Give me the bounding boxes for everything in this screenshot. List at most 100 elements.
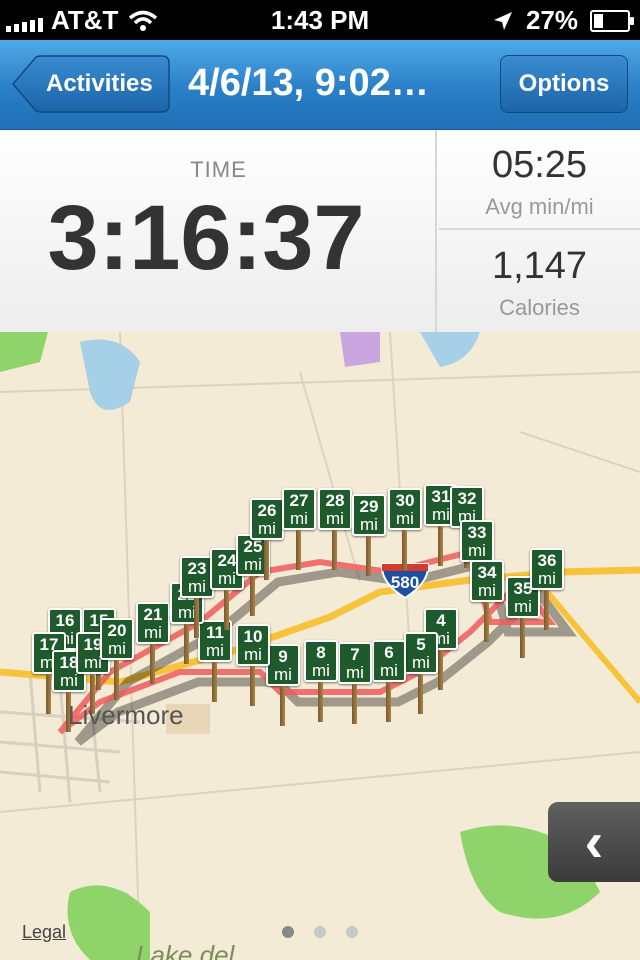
sign-post [250, 666, 255, 706]
sign-post [224, 590, 229, 630]
mile-unit: mi [380, 661, 398, 680]
battery-percent: 27% [525, 5, 578, 35]
chevron-left-icon: ‹ [584, 810, 604, 873]
mile-number: 26 [257, 501, 277, 520]
sign-post [438, 650, 443, 690]
mile-unit: mi [144, 623, 162, 642]
sign-post [520, 618, 525, 658]
sign-post [438, 526, 443, 566]
mile-unit: mi [432, 505, 450, 524]
mile-sign: 8 mi [304, 640, 338, 682]
mile-sign: 28 mi [318, 488, 352, 530]
calories-value: 1,147 [491, 245, 588, 287]
sign-post [352, 684, 357, 724]
sign-post [386, 682, 391, 722]
pace-label: Avg min/mi [485, 194, 594, 219]
mile-number: 28 [325, 491, 345, 510]
legal-link[interactable]: Legal [22, 922, 66, 943]
lake-shape [80, 339, 140, 410]
sign-post [544, 590, 549, 630]
mile-number: 30 [395, 491, 415, 510]
status-bar: AT&T 1:43 PM 27% [0, 0, 640, 40]
sign-post [280, 686, 285, 726]
mile-sign: 27 mi [282, 488, 316, 530]
mile-marker-27[interactable]: 27 mi [282, 488, 316, 570]
park-shape [0, 332, 48, 372]
stats-panel: TIME 3:16:37 05:25 Avg min/mi 1,147 Calo… [0, 130, 640, 332]
mile-marker-9[interactable]: 9 mi [266, 644, 300, 726]
mile-unit: mi [274, 665, 292, 684]
mile-sign: 5 mi [404, 632, 438, 674]
options-button[interactable]: Options [500, 55, 628, 113]
mile-sign: 34 mi [470, 560, 504, 602]
mile-sign: 26 mi [250, 498, 284, 540]
navigation-bar: Activities 4/6/13, 9:02… Options [0, 40, 640, 130]
mile-marker-26[interactable]: 26 mi [250, 498, 284, 580]
route-map[interactable]: 580 4mi5mi6mi7mi8mi9mi10mi11mi15mi16mi17… [0, 332, 640, 960]
mile-number: 33 [467, 523, 487, 542]
collapse-map-button[interactable]: ‹ [548, 802, 640, 882]
back-button[interactable]: Activities [12, 55, 170, 113]
mile-unit: mi [258, 519, 276, 538]
mile-marker-7[interactable]: 7 mi [338, 642, 372, 724]
sign-post [318, 682, 323, 722]
battery-icon [590, 9, 634, 32]
page-dot[interactable] [314, 926, 326, 938]
mile-marker-30[interactable]: 30 mi [388, 488, 422, 570]
sign-post [46, 674, 51, 714]
mile-marker-28[interactable]: 28 mi [318, 488, 352, 570]
sign-post [296, 530, 301, 570]
mile-number: 29 [359, 497, 379, 516]
mile-number: 34 [477, 563, 497, 582]
pace-value: 05:25 [491, 144, 588, 186]
mile-marker-21[interactable]: 21 mi [136, 602, 170, 684]
mile-sign: 7 mi [338, 642, 372, 684]
mile-unit: mi [468, 541, 486, 560]
mile-marker-36[interactable]: 36 mi [530, 548, 564, 630]
page-dot[interactable] [346, 926, 358, 938]
mile-sign: 29 mi [352, 494, 386, 536]
mile-sign: 20 mi [100, 618, 134, 660]
sign-post [194, 598, 199, 638]
page-dot[interactable] [282, 926, 294, 938]
mile-number: 36 [537, 551, 557, 570]
mile-number: 4 [436, 611, 446, 630]
mile-sign: 6 mi [372, 640, 406, 682]
mile-marker-8[interactable]: 8 mi [304, 640, 338, 722]
location-arrow-icon [493, 11, 512, 30]
mile-marker-29[interactable]: 29 mi [352, 494, 386, 576]
mile-number: 9 [278, 647, 288, 666]
mile-unit: mi [312, 661, 330, 680]
mile-sign: 10 mi [236, 624, 270, 666]
mile-marker-5[interactable]: 5 mi [404, 632, 438, 714]
mile-sign: 30 mi [388, 488, 422, 530]
page-indicator[interactable] [282, 926, 358, 938]
area-shape [340, 332, 380, 367]
mile-marker-10[interactable]: 10 mi [236, 624, 270, 706]
highway-label: 580 [390, 573, 420, 592]
mile-unit: mi [360, 515, 378, 534]
page-title: 4/6/13, 9:02… [188, 62, 429, 104]
mile-unit: mi [218, 569, 236, 588]
back-button-label: Activities [46, 70, 153, 97]
sign-post [332, 530, 337, 570]
town-label: Livermore [68, 700, 184, 730]
mile-number: 7 [350, 645, 360, 664]
calories-label: Calories [499, 295, 580, 320]
lake-label: Lake del [136, 940, 235, 960]
mile-unit: mi [412, 653, 430, 672]
pace-stat: 05:25 Avg min/mi [439, 130, 640, 230]
mile-unit: mi [244, 645, 262, 664]
sign-post [250, 576, 255, 616]
time-value: 3:16:37 [47, 187, 365, 289]
sign-post [114, 660, 119, 700]
sign-post [484, 602, 489, 642]
mile-marker-20[interactable]: 20 mi [100, 618, 134, 700]
mile-sign: 23 mi [180, 556, 214, 598]
mile-marker-6[interactable]: 6 mi [372, 640, 406, 722]
mile-unit: mi [346, 663, 364, 682]
sign-post [212, 662, 217, 702]
mile-marker-34[interactable]: 34 mi [470, 560, 504, 642]
mile-sign: 21 mi [136, 602, 170, 644]
mile-marker-23[interactable]: 23 mi [180, 556, 214, 638]
